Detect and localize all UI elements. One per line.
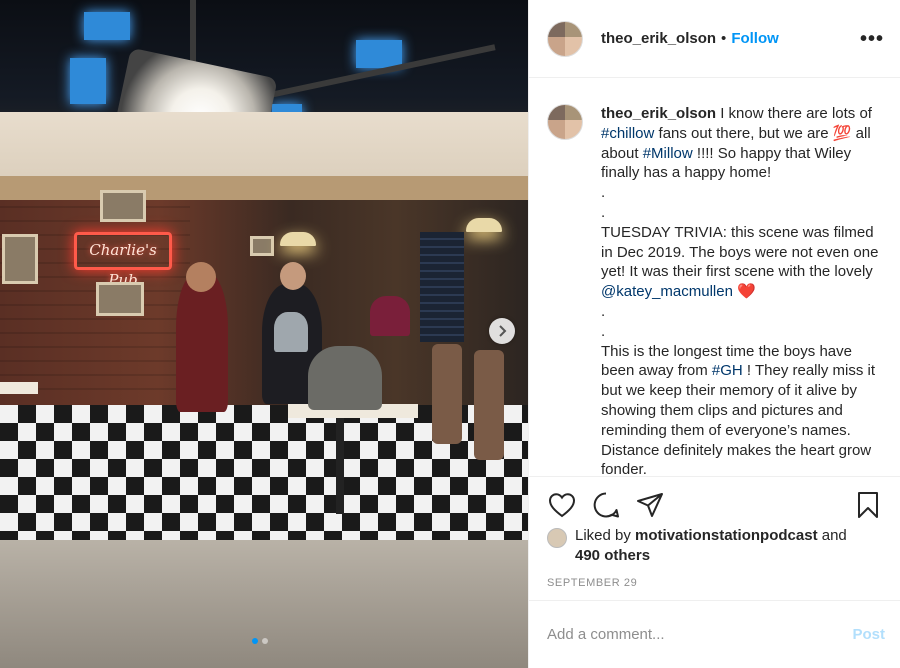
caption-segment: I know there are lots of	[716, 105, 872, 122]
header-username[interactable]: theo_erik_olson	[601, 30, 716, 47]
liker-avatar[interactable]	[547, 528, 567, 548]
heart-icon	[548, 492, 576, 517]
others-link[interactable]: 490 others	[575, 547, 650, 564]
baby-figure	[274, 312, 308, 352]
wall-frame	[96, 282, 144, 316]
comment-box: Post	[529, 600, 900, 668]
hashtag-chillow[interactable]: #chillow	[601, 125, 654, 142]
caption-avatar[interactable]	[547, 104, 583, 140]
hashtag-gh[interactable]: #GH	[712, 362, 743, 379]
actress-head	[186, 262, 216, 292]
bar-stool	[474, 350, 504, 460]
stage-light	[84, 12, 130, 40]
stage-light	[356, 40, 402, 68]
brick-wall	[0, 200, 190, 390]
hashtag-millow[interactable]: #Millow	[643, 145, 693, 162]
carousel-dot-active	[252, 638, 258, 644]
caption-segment: TUESDAY TRIVIA: this scene was filmed in…	[601, 223, 879, 281]
likes-prefix: Liked by	[575, 527, 636, 544]
separator-dot: •	[721, 30, 727, 47]
wall-frame	[2, 234, 38, 284]
more-icon[interactable]: •••	[860, 29, 884, 49]
caption-dot: .	[601, 302, 606, 320]
mention-katey[interactable]: @katey_macmullen	[601, 283, 733, 300]
balcony-trim	[0, 176, 528, 200]
caption-dot: .	[601, 184, 606, 202]
comment-icon	[593, 492, 619, 517]
liker-username[interactable]: motivationstationpodcast	[635, 527, 818, 544]
caption-dot: .	[601, 322, 606, 340]
avatar[interactable]	[547, 20, 583, 57]
post-comment-button[interactable]: Post	[852, 626, 885, 643]
stroller	[308, 346, 382, 410]
wall-frame	[100, 190, 146, 222]
share-button[interactable]	[635, 490, 665, 520]
comment-input[interactable]	[547, 626, 853, 643]
caption-text: theo_erik_olson I know there are lots of…	[601, 104, 885, 474]
extra-figure	[370, 296, 410, 336]
carousel-next-button[interactable]	[489, 318, 515, 344]
post-photo[interactable]: Charlie's Pub	[0, 0, 528, 668]
caption-dot: .	[601, 203, 606, 221]
cafe-table	[0, 382, 38, 394]
comment-button[interactable]	[591, 490, 621, 520]
like-button[interactable]	[547, 490, 577, 520]
post-sidebar: theo_erik_olson • Follow ••• theo_erik_o…	[528, 0, 900, 668]
neon-sign: Charlie's Pub	[74, 232, 172, 289]
save-button[interactable]	[853, 490, 883, 520]
chevron-right-icon	[499, 325, 507, 337]
pendant-lamp	[466, 218, 502, 232]
set-window	[420, 232, 464, 342]
likes-text: Liked by motivationstationpodcast and 49…	[575, 526, 847, 566]
studio-floor	[0, 540, 528, 668]
pendant-lamp	[280, 232, 316, 246]
likes-and: and	[817, 527, 847, 544]
bookmark-icon	[858, 491, 878, 518]
wall-frame	[250, 236, 274, 256]
share-icon	[637, 492, 663, 517]
caption-area: theo_erik_olson I know there are lots of…	[529, 78, 900, 474]
carousel-dots	[252, 638, 268, 644]
caption-username[interactable]: theo_erik_olson	[601, 105, 716, 122]
actress-figure	[176, 272, 228, 412]
carousel-dot	[262, 638, 268, 644]
heart-emoji: ❤️	[732, 283, 756, 301]
post-header: theo_erik_olson • Follow •••	[529, 0, 900, 78]
follow-button[interactable]: Follow	[731, 30, 779, 47]
likes-summary: Liked by motivationstationpodcast and 49…	[547, 526, 887, 566]
bar-stool	[432, 344, 462, 444]
actor-head	[280, 262, 306, 290]
post-date[interactable]: SEPTEMBER 29	[547, 577, 637, 589]
table-leg	[336, 418, 344, 514]
action-bar	[529, 476, 900, 532]
stage-light	[70, 58, 106, 104]
caption-segment: fans out there, but we are	[654, 124, 833, 142]
emoji-100: 💯	[832, 124, 852, 142]
